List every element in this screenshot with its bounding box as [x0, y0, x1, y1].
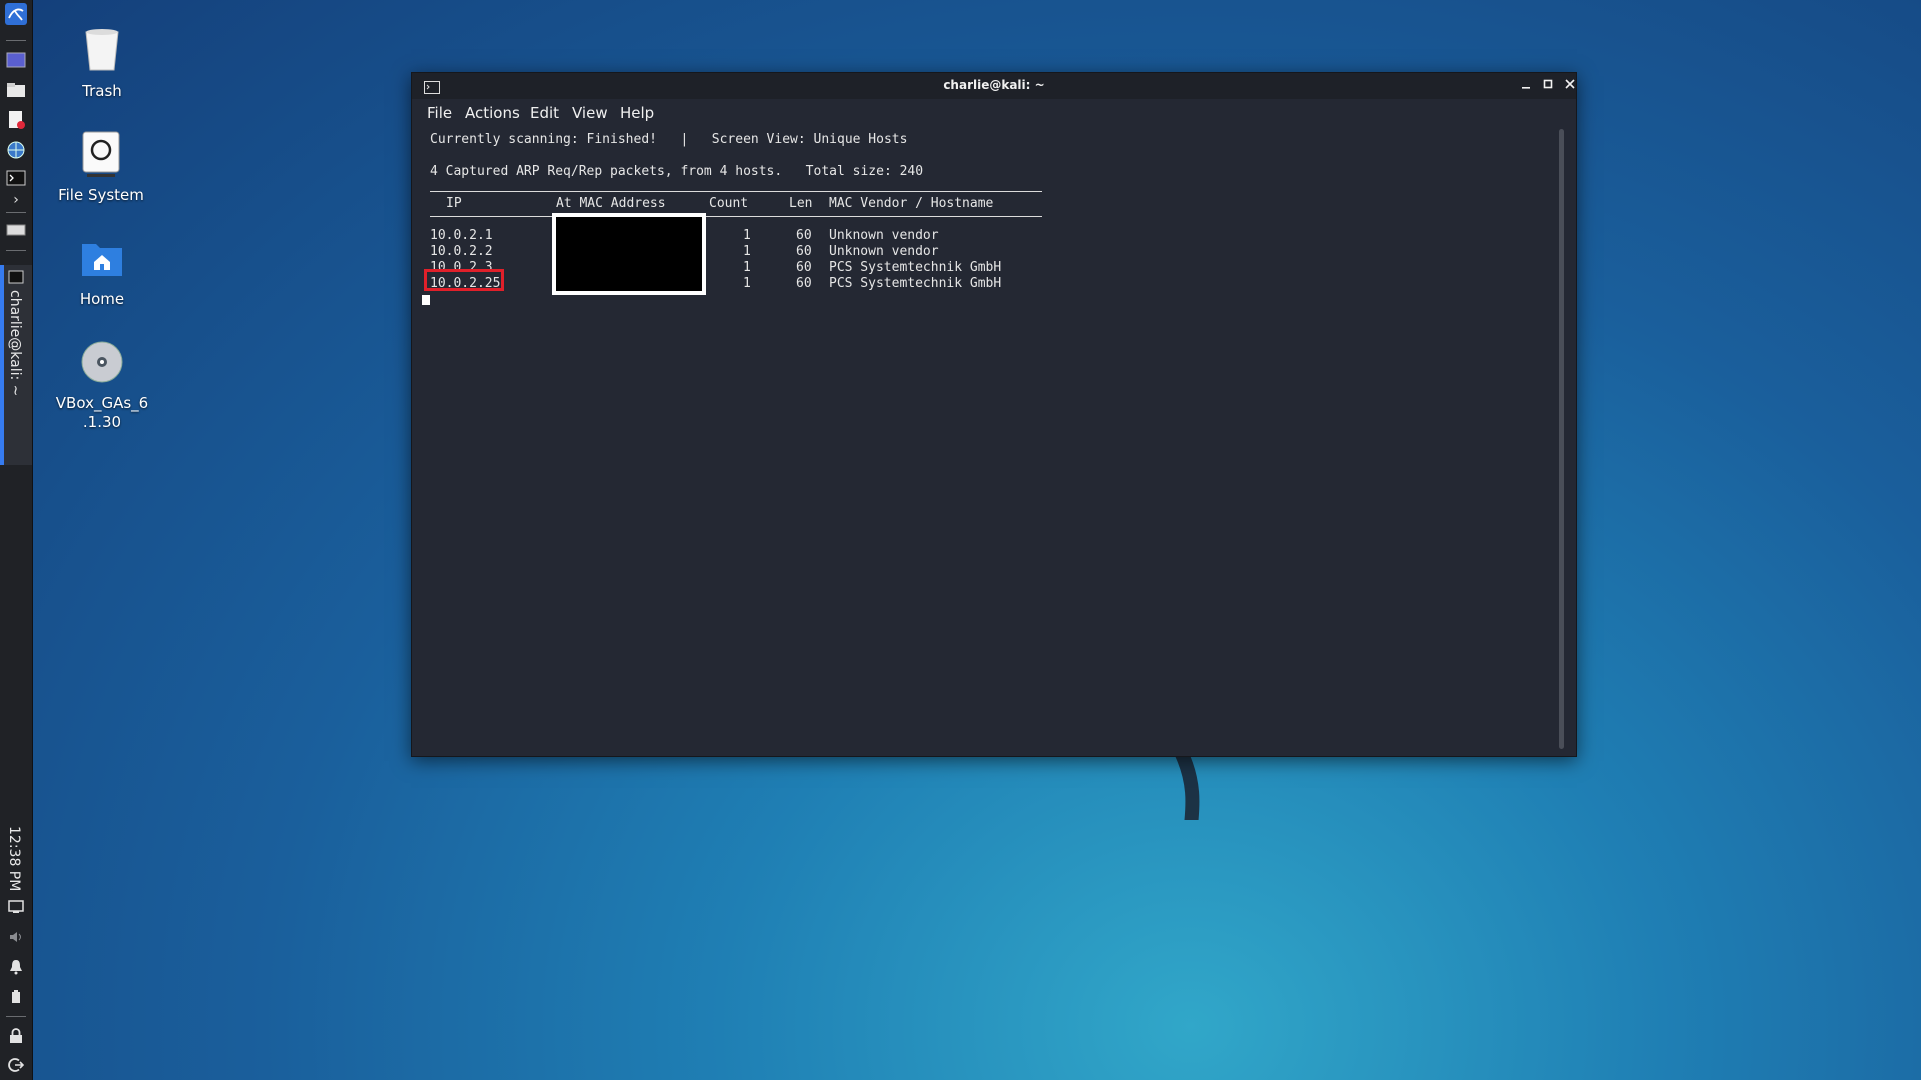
column-header-vendor: MAC Vendor / Hostname: [829, 196, 994, 211]
terminal-cursor: [422, 295, 430, 305]
kali-menu-icon[interactable]: [4, 2, 28, 26]
desktop-icon-home[interactable]: Home: [47, 234, 157, 309]
host-len: 60: [796, 260, 812, 275]
battery-icon[interactable]: [4, 985, 28, 1009]
maximize-button[interactable]: [1539, 77, 1557, 95]
desktop-icon-label: Home: [79, 290, 125, 308]
panel-clock[interactable]: 12:38 PM: [6, 826, 22, 891]
panel-separator: [6, 250, 26, 251]
host-vendor: Unknown vendor: [829, 244, 939, 259]
terminal-launcher-icon[interactable]: [4, 166, 28, 190]
menu-edit[interactable]: Edit: [530, 104, 559, 122]
terminal-task-icon: [4, 265, 28, 289]
host-vendor: PCS Systemtechnik GmbH: [829, 276, 1002, 291]
disc-icon: [78, 338, 126, 386]
window-title: charlie@kali: ~: [943, 78, 1045, 92]
menu-view[interactable]: View: [572, 104, 608, 122]
host-vendor: Unknown vendor: [829, 228, 939, 243]
host-ip: 10.0.2.2: [430, 244, 493, 259]
notification-bell-icon[interactable]: [4, 955, 28, 979]
desktop-icon-vbox-gas[interactable]: VBox_GAs_6 .1.30: [47, 338, 157, 432]
menu-file[interactable]: File: [427, 104, 452, 122]
text-editor-icon[interactable]: [4, 108, 28, 132]
drive-icon: [77, 130, 125, 178]
file-manager-icon[interactable]: [4, 78, 28, 102]
desktop-icon-label: Trash: [82, 82, 122, 100]
home-folder-icon: [78, 234, 126, 282]
minimize-button[interactable]: [1517, 77, 1535, 95]
menu-actions[interactable]: Actions: [465, 104, 520, 122]
trash-icon: [78, 26, 126, 74]
volume-icon[interactable]: [4, 925, 28, 949]
desktop-icon-file-system[interactable]: File System: [46, 130, 156, 205]
side-panel: › charlie@kali: ~ 12:38 PM: [0, 0, 33, 1080]
workspace-switcher-icon[interactable]: [4, 218, 28, 242]
host-count: 1: [743, 244, 751, 259]
active-task-indicator: [0, 265, 4, 465]
taskbar-item-label: charlie@kali: ~: [7, 290, 23, 397]
mac-address-redaction: [552, 213, 706, 295]
terminal-output[interactable]: Currently scanning: Finished! | Screen V…: [412, 125, 1576, 756]
column-header-len: Len: [789, 196, 813, 211]
desktop-icon-label: File System: [58, 186, 144, 204]
column-header-mac: At MAC Address: [556, 196, 666, 211]
column-header-ip: IP: [446, 196, 462, 211]
desktop-icon-trash[interactable]: Trash: [47, 26, 157, 101]
host-count: 1: [743, 276, 751, 291]
ip-highlight-box: [424, 269, 504, 291]
desktop: › charlie@kali: ~ 12:38 PM Trash File Sy…: [0, 0, 1921, 1080]
close-button[interactable]: [1561, 77, 1576, 95]
capture-summary-line: 4 Captured ARP Req/Rep packets, from 4 h…: [430, 164, 924, 179]
terminal-scrollbar[interactable]: [1559, 129, 1564, 749]
host-len: 60: [796, 244, 812, 259]
terminal-window[interactable]: charlie@kali: ~ File Actions Edit View H…: [411, 72, 1577, 757]
table-header-rule: [430, 216, 1042, 217]
web-browser-icon[interactable]: [4, 138, 28, 162]
panel-separator: [6, 1016, 26, 1017]
logout-icon[interactable]: [4, 1053, 28, 1077]
panel-separator: [6, 40, 26, 41]
display-icon[interactable]: [4, 895, 28, 919]
host-len: 60: [796, 228, 812, 243]
desktop-icon-label: VBox_GAs_6 .1.30: [55, 394, 149, 431]
host-count: 1: [743, 260, 751, 275]
show-desktop-icon[interactable]: [4, 48, 28, 72]
lock-icon[interactable]: [4, 1024, 28, 1048]
host-ip: 10.0.2.1: [430, 228, 493, 243]
panel-separator: [6, 212, 26, 213]
column-header-count: Count: [709, 196, 749, 211]
host-vendor: PCS Systemtechnik GmbH: [829, 260, 1002, 275]
window-titlebar[interactable]: charlie@kali: ~: [412, 73, 1576, 99]
menu-help[interactable]: Help: [620, 104, 654, 122]
table-top-rule: [430, 191, 1042, 192]
chevron-right-icon[interactable]: ›: [4, 188, 28, 212]
menu-bar: File Actions Edit View Help: [412, 99, 1576, 125]
scan-status-line: Currently scanning: Finished! | Screen V…: [430, 132, 908, 147]
host-len: 60: [796, 276, 812, 291]
host-count: 1: [743, 228, 751, 243]
